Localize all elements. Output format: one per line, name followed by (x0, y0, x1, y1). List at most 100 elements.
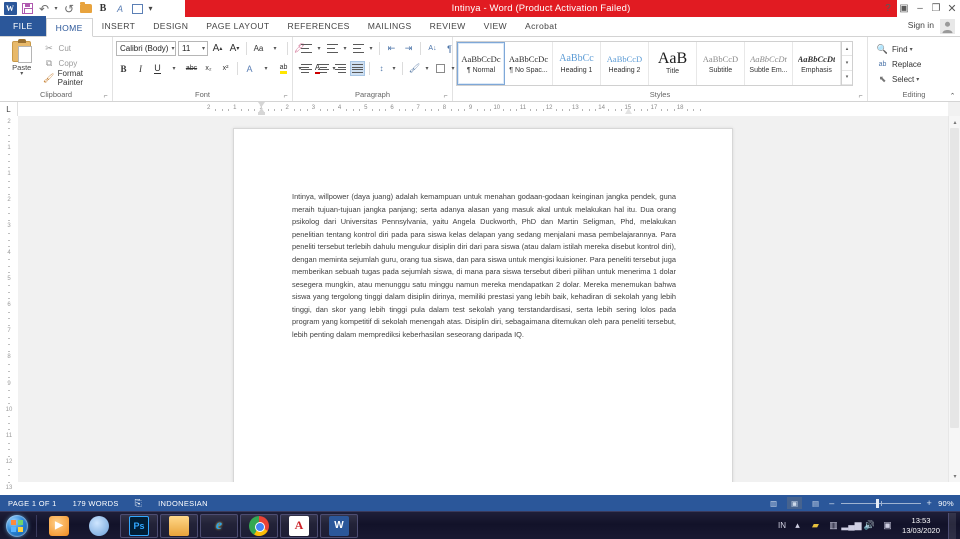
customize-qat-icon[interactable]: ▾ (146, 1, 155, 17)
styles-dialog-launcher[interactable]: ⌐ (857, 93, 864, 100)
edit-icon[interactable] (129, 1, 145, 17)
proofing-errors-icon[interactable]: ⎘ (127, 498, 151, 509)
zoom-in-button[interactable]: + (927, 498, 933, 508)
document-canvas[interactable]: Intinya, willpower (daya juang) adalah k… (18, 116, 948, 482)
signal-icon[interactable]: ▂▄▆ (845, 519, 858, 532)
show-desktop-button[interactable] (948, 513, 956, 539)
grow-font-button[interactable]: A▴ (210, 41, 225, 56)
scroll-up-icon[interactable]: ▴ (949, 116, 960, 128)
volume-icon[interactable]: 🔊 (863, 519, 876, 532)
tab-file[interactable]: FILE (0, 16, 46, 36)
clock[interactable]: 13:53 13/03/2020 (899, 516, 943, 536)
format-painter-button[interactable]: 🖌 Format Painter (41, 71, 109, 85)
zoom-out-button[interactable]: – (829, 498, 834, 508)
word-count[interactable]: 179 WORDS (65, 499, 127, 508)
underline-button[interactable]: U (150, 61, 165, 76)
find-dropdown-icon[interactable]: ▾ (910, 46, 913, 53)
change-case-dropdown-icon[interactable]: ▾ (268, 41, 283, 56)
collapse-ribbon-button[interactable]: ⌃ (949, 93, 956, 100)
clipboard-dialog-launcher[interactable]: ⌐ (102, 93, 109, 100)
left-indent-marker[interactable] (258, 112, 265, 115)
taskbar-media-player[interactable]: ▶ (40, 514, 78, 538)
language-indicator-tray[interactable]: IN (778, 521, 786, 530)
line-spacing-button[interactable]: ↕ (374, 61, 389, 76)
taskbar-internet-explorer[interactable]: e (200, 514, 238, 538)
ribbon-display-options-icon[interactable]: ▣ (896, 0, 912, 17)
zoom-level[interactable]: 90% (938, 499, 954, 508)
undo-icon[interactable]: ↶ (36, 1, 52, 17)
style-subtle-emphasis[interactable]: AaBbCcDt Subtle Em... (745, 42, 793, 85)
align-center-button[interactable] (316, 61, 331, 76)
document-page[interactable]: Intinya, willpower (daya juang) adalah k… (233, 128, 733, 482)
tab-design[interactable]: DESIGN (144, 17, 197, 36)
paragraph-dialog-launcher[interactable]: ⌐ (442, 93, 449, 100)
document-paragraph[interactable]: Intinya, willpower (daya juang) adalah k… (292, 191, 676, 342)
sign-in-link[interactable]: Sign in (908, 20, 934, 30)
scrollbar-thumb[interactable] (950, 128, 959, 428)
align-right-button[interactable] (333, 61, 348, 76)
vertical-ruler[interactable]: 211234567891011121314 (0, 116, 18, 482)
styles-scroll-down-icon[interactable]: ▾ (842, 56, 852, 70)
scroll-down-icon[interactable]: ▾ (949, 470, 960, 482)
page-indicator[interactable]: PAGE 1 OF 1 (0, 499, 65, 508)
tab-page-layout[interactable]: PAGE LAYOUT (197, 17, 278, 36)
tab-review[interactable]: REVIEW (421, 17, 475, 36)
strikethrough-button[interactable]: abc (184, 61, 199, 76)
minimize-button[interactable]: – (912, 0, 928, 17)
help-icon[interactable]: ? (880, 0, 896, 17)
style-no-spacing[interactable]: AaBbCcDc ¶ No Spac... (505, 42, 553, 85)
tab-insert[interactable]: INSERT (93, 17, 144, 36)
select-dropdown-icon[interactable]: ▾ (916, 76, 919, 83)
style-subtitle[interactable]: AaBbCcD Subtitle (697, 42, 745, 85)
taskbar-adobe-acrobat[interactable]: A (280, 514, 318, 538)
zoom-slider-thumb[interactable] (876, 499, 879, 508)
print-layout-button[interactable]: ▣ (787, 497, 802, 509)
notification-flag-icon[interactable]: ▰ (809, 519, 822, 532)
web-layout-button[interactable]: ▤ (808, 497, 823, 509)
tab-references[interactable]: REFERENCES (279, 17, 359, 36)
bold-button[interactable]: B (116, 61, 131, 76)
horizontal-ruler[interactable]: 211234567891011121314151718 (18, 102, 948, 116)
shading-button[interactable]: 🖌 (407, 61, 422, 76)
text-highlight-button[interactable]: ab (276, 61, 291, 76)
decrease-indent-button[interactable]: ⇤ (384, 41, 399, 56)
shading-dropdown-icon[interactable]: ▾ (424, 61, 431, 76)
copy-button[interactable]: ⧉ Copy (41, 56, 109, 70)
find-button[interactable]: 🔍 Find ▾ (874, 42, 923, 56)
replace-button[interactable]: ab Replace (874, 57, 923, 71)
tab-view[interactable]: VIEW (475, 17, 516, 36)
numbering-dropdown-icon[interactable]: ▾ (342, 41, 349, 56)
bullets-dropdown-icon[interactable]: ▾ (316, 41, 323, 56)
styles-scroll-up-icon[interactable]: ▴ (842, 42, 852, 56)
read-mode-button[interactable]: ▥ (766, 497, 781, 509)
text-effects-dropdown-icon[interactable]: ▾ (259, 61, 274, 76)
action-center-icon[interactable]: ▣ (881, 519, 894, 532)
font-size-combo[interactable]: 11 ▾ (178, 41, 208, 56)
language-indicator[interactable]: INDONESIAN (150, 499, 216, 508)
line-spacing-dropdown-icon[interactable]: ▾ (391, 61, 398, 76)
borders-button[interactable] (433, 61, 448, 76)
bold-icon[interactable]: B (95, 1, 111, 17)
style-normal[interactable]: AaBbCcDc ¶ Normal (457, 42, 505, 85)
taskbar-photoshop[interactable]: Ps (120, 514, 158, 538)
font-name-combo[interactable]: Calibri (Body) ▾ (116, 41, 176, 56)
tab-home[interactable]: HOME (46, 18, 93, 37)
undo-dropdown-icon[interactable]: ▾ (53, 1, 60, 17)
taskbar-microsoft-word[interactable]: W (320, 514, 358, 538)
increase-indent-button[interactable]: ⇥ (401, 41, 416, 56)
tab-acrobat[interactable]: Acrobat (516, 17, 566, 36)
taskbar-file-explorer[interactable] (160, 514, 198, 538)
style-heading-1[interactable]: AaBbCc Heading 1 (553, 42, 601, 85)
network-error-icon[interactable]: ▥ (827, 519, 840, 532)
cut-button[interactable]: ✂ Cut (41, 41, 109, 55)
italic-button[interactable]: I (133, 61, 148, 76)
tab-stop-selector[interactable]: L (0, 102, 18, 116)
shrink-font-button[interactable]: A▾ (227, 41, 242, 56)
vertical-scrollbar[interactable]: ▴ ▾ (948, 116, 960, 482)
close-button[interactable]: ✕ (944, 0, 960, 17)
style-title[interactable]: AaB Title (649, 42, 697, 85)
change-case-button[interactable]: Aa (251, 41, 266, 56)
align-left-button[interactable] (299, 61, 314, 76)
style-emphasis[interactable]: AaBbCcDt Emphasis (793, 42, 841, 85)
style-heading-2[interactable]: AaBbCcD Heading 2 (601, 42, 649, 85)
